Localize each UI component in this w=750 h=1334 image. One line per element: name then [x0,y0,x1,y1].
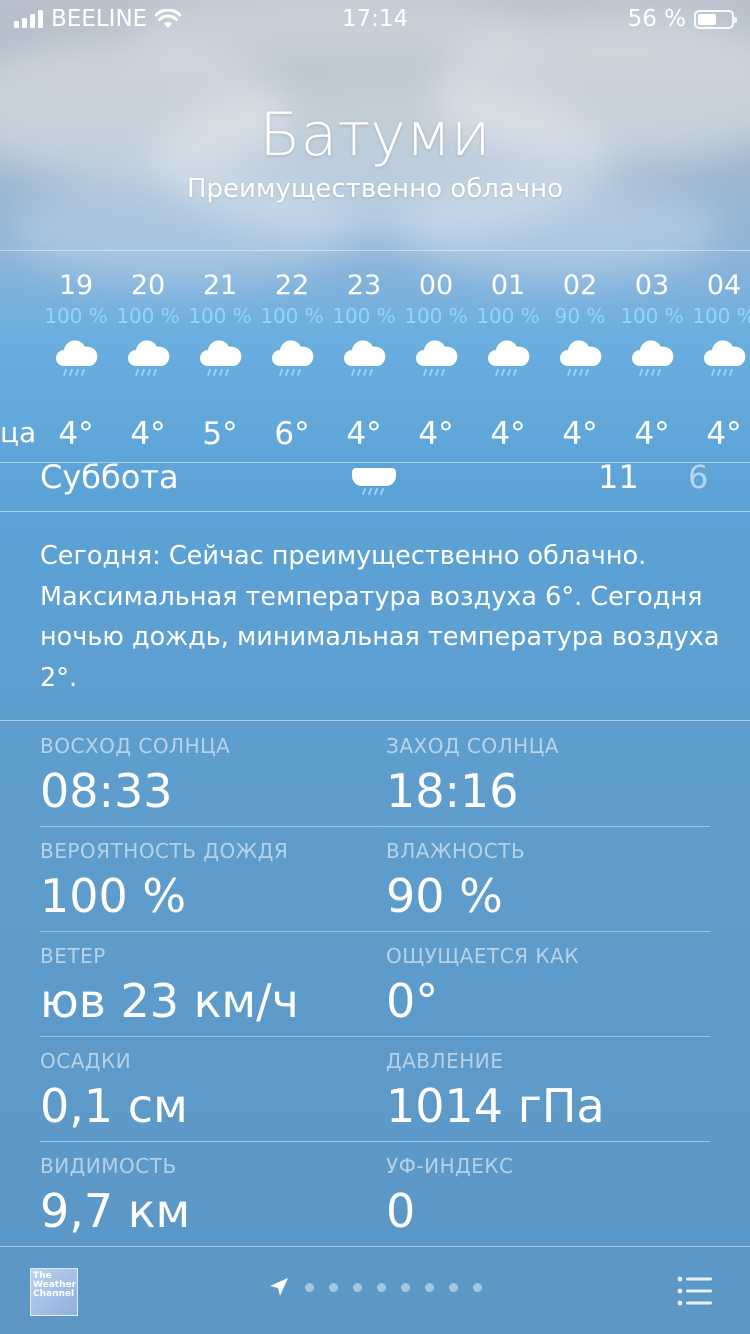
detail-label: ВИДИМОСТЬ [40,1154,177,1178]
hour-temp: 4° [418,416,454,452]
detail-label: УФ-ИНДЕКС [386,1154,514,1178]
detail-value: 18:16 [386,764,519,818]
detail-item: ОЩУЩАЕТСЯ КАК 0° [386,944,579,1028]
page-dot[interactable] [473,1282,482,1292]
hour-label: 21 [202,270,238,301]
page-dot[interactable] [305,1282,314,1292]
rain-cloud-icon [632,340,674,376]
detail-item: ВЕРОЯТНОСТЬ ДОЖДЯ 100 % [40,839,288,923]
detail-value: 9,7 км [40,1184,191,1238]
rain-cloud-icon [416,340,458,376]
detail-divider [40,1141,710,1142]
detail-item: ДАВЛЕНИЕ 1014 гПа [386,1049,605,1133]
detail-value: юв 23 км/ч [40,974,299,1028]
bottom-toolbar: The Weather Channel [0,1246,750,1334]
hour-label: 01 [490,270,526,301]
hour-label: 22 [274,270,310,301]
hour-label: 02 [562,270,598,301]
hour-label: 03 [634,270,670,301]
hour-label: 19 [58,270,94,301]
hour-temp: 6° [274,416,310,452]
divider [0,250,750,251]
daily-row-peek[interactable]: Суббота 11 6 [0,462,750,510]
detail-value: 0,1 см [40,1079,188,1133]
battery-icon [694,9,737,29]
hour-temp: 5° [202,416,238,452]
detail-label: ВЕРОЯТНОСТЬ ДОЖДЯ [40,839,289,863]
rain-cloud-icon [488,340,530,376]
hour-temp: 4° [346,416,382,452]
hour-label: 20 [130,270,166,301]
detail-label: ВОСХОД СОЛНЦА [40,734,231,758]
detail-item: ОСАДКИ 0,1 см [40,1049,188,1133]
detail-item: ВОСХОД СОЛНЦА 08:33 [40,734,230,818]
page-dot[interactable] [425,1282,434,1292]
hour-label: 00 [418,270,454,301]
rain-cloud-icon [704,340,746,376]
detail-divider [40,1036,710,1037]
hourly-forecast[interactable]: 19 100 % 4° 20 100 % 4° 21 100 % 5° 22 100 % 6° 23 10… [0,252,750,462]
hour-temp: 4° [490,416,526,452]
hour-temp: 4° [562,416,598,452]
divider [0,720,750,721]
detail-item: ВИДИМОСТЬ 9,7 км [40,1154,190,1238]
hour-temp: 4° [130,416,166,452]
hour-temp: 4° [58,416,94,452]
detail-value: 90 % [386,869,503,923]
day-high-temp: 11 [598,462,639,496]
rain-cloud-icon [272,340,314,376]
rain-cloud-icon [560,340,602,376]
hour-temp: 4° [706,416,742,452]
detail-label: ВЕТЕР [40,944,106,968]
hour-label: 23 [346,270,382,301]
battery-percent: 56 % [627,6,686,32]
detail-item: УФ-ИНДЕКС 0 [386,1154,514,1238]
page-indicator[interactable] [268,1276,482,1298]
detail-value: 08:33 [40,764,173,818]
detail-value: 1014 гПа [386,1079,605,1133]
day-name: Суббота [40,462,179,496]
detail-divider [40,931,710,932]
detail-label: ОСАДКИ [40,1049,132,1073]
hour-temp: 4° [634,416,670,452]
page-dot[interactable] [449,1282,458,1292]
page-dot[interactable] [401,1282,410,1292]
page-dot[interactable] [353,1282,362,1292]
detail-value: 100 % [40,869,187,923]
detail-item: ВЛАЖНОСТЬ 90 % [386,839,525,923]
detail-value: 0° [386,974,439,1028]
location-arrow-icon [270,1278,288,1296]
city-name: Батуми [259,100,491,170]
hour-label: 04 [706,270,742,301]
rain-cloud-icon [128,340,170,376]
detail-label: ЗАХОД СОЛНЦА [386,734,559,758]
weather-channel-logo[interactable]: The Weather Channel [30,1268,78,1316]
rain-cloud-icon [200,340,242,376]
detail-value: 0 [386,1184,416,1238]
detail-item: ВЕТЕР юв 23 км/ч [40,944,299,1028]
precip-chance: 100 % [692,304,750,328]
detail-label: ВЛАЖНОСТЬ [386,839,526,863]
detail-item: ЗАХОД СОЛНЦА 18:16 [386,734,559,818]
detail-label: ОЩУЩАЕТСЯ КАК [386,944,580,968]
rain-cloud-icon [344,340,386,376]
page-dot[interactable] [377,1282,386,1292]
hourly-cut-label: ца [0,416,37,449]
rain-cloud-icon [56,340,98,376]
current-condition: Преимущественно облачно [186,174,564,204]
detail-divider [40,826,710,827]
page-dot[interactable] [329,1282,338,1292]
today-summary: Сегодня: Сейчас преимущественно облачно.… [40,541,720,693]
day-low-temp: 6 [688,462,709,496]
list-icon[interactable] [676,1274,716,1308]
status-bar: BEELINE 17:14 56 % [0,0,750,40]
divider [0,511,750,512]
detail-label: ДАВЛЕНИЕ [386,1049,504,1073]
rain-cloud-icon [352,468,396,495]
